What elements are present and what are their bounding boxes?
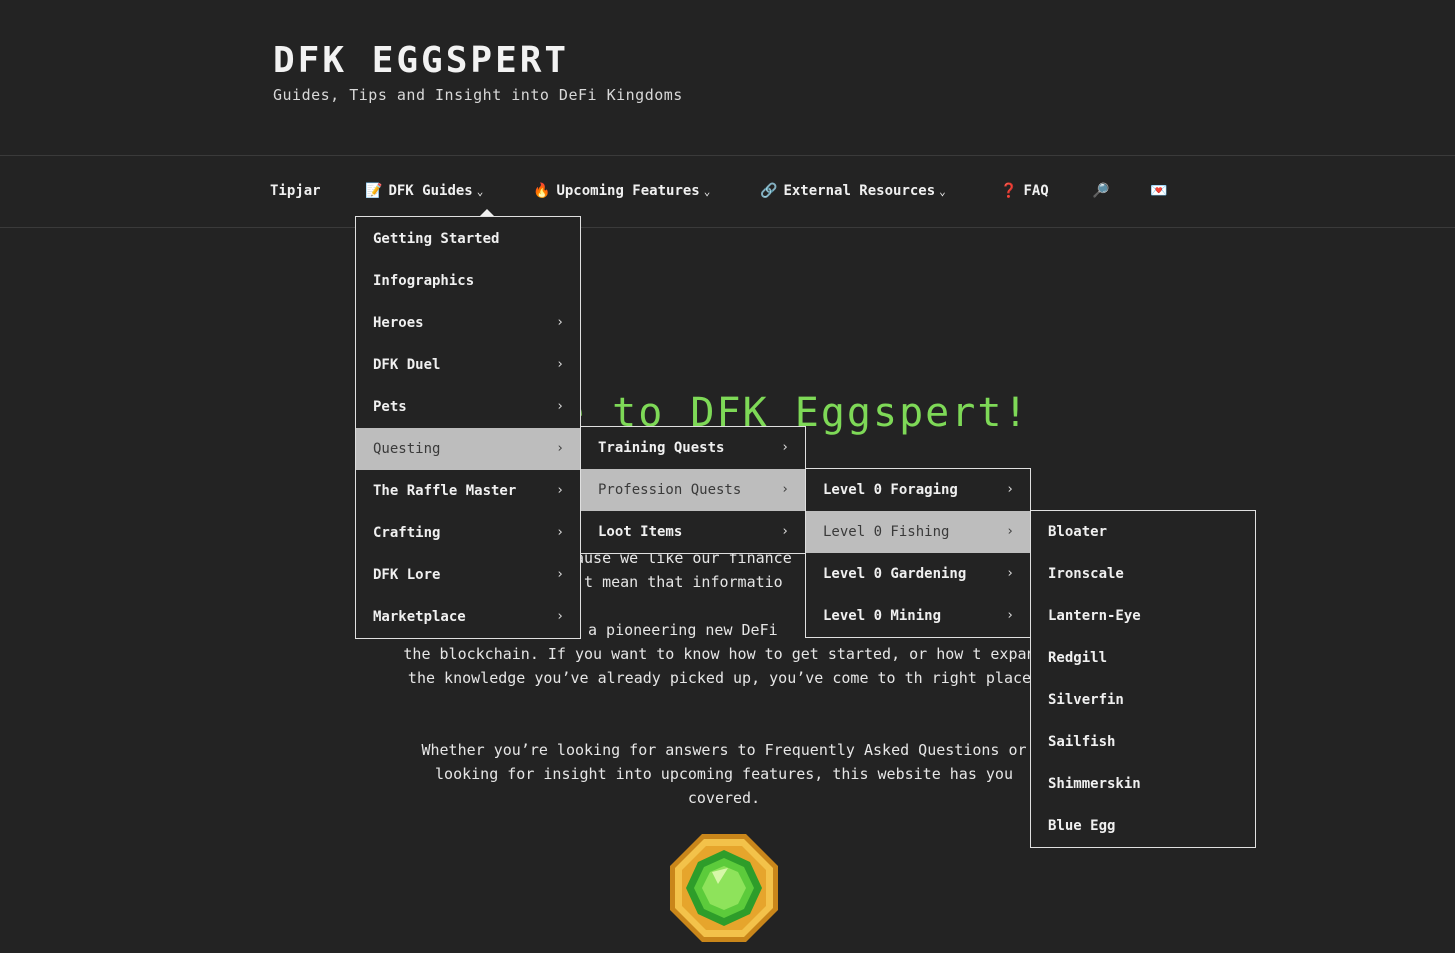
menu-item-label: Infographics xyxy=(373,273,475,289)
menu-item-sailfish[interactable]: Sailfish xyxy=(1031,721,1255,763)
main-navigation: Tipjar 📝 DFK Guides ⌄ 🔥 Upcoming Features ⌄ … xyxy=(0,155,1455,228)
dfk-guides-dropdown: Getting Started Infographics Heroes › DFK… xyxy=(355,216,581,639)
chevron-right-icon: › xyxy=(556,567,564,582)
nav-external-resources[interactable]: 🔗 External Resources ⌄ xyxy=(760,183,946,199)
chevron-right-icon: › xyxy=(556,315,564,330)
menu-item-marketplace[interactable]: Marketplace › xyxy=(356,596,580,638)
menu-item-label: Level 0 Foraging xyxy=(823,482,958,498)
menu-item-level-0-mining[interactable]: Level 0 Mining › xyxy=(806,595,1030,637)
menu-item-training-quests[interactable]: Training Quests › xyxy=(581,427,805,469)
menu-item-pets[interactable]: Pets › xyxy=(356,386,580,428)
chevron-right-icon: › xyxy=(556,399,564,414)
chevron-down-icon: ⌄ xyxy=(939,185,946,198)
chevron-right-icon: › xyxy=(1006,524,1014,539)
chevron-right-icon: › xyxy=(556,357,564,372)
menu-item-silverfin[interactable]: Silverfin xyxy=(1031,679,1255,721)
chevron-right-icon: › xyxy=(781,524,789,539)
menu-item-label: Crafting xyxy=(373,525,441,541)
menu-item-label: Marketplace xyxy=(373,609,466,625)
menu-item-label: Loot Items xyxy=(598,524,683,540)
nav-faq-label: FAQ xyxy=(1023,183,1049,199)
question-mark-icon: ❓ xyxy=(1000,183,1018,199)
menu-item-ironscale[interactable]: Ironscale xyxy=(1031,553,1255,595)
chevron-down-icon: ⌄ xyxy=(703,185,711,198)
chevron-right-icon: › xyxy=(1006,482,1014,497)
menu-item-label: Pets xyxy=(373,399,407,415)
menu-item-label: Lantern-Eye xyxy=(1048,608,1141,624)
menu-item-label: Silverfin xyxy=(1048,692,1124,708)
site-description: Guides, Tips and Insight into DeFi Kingd… xyxy=(273,86,683,104)
chevron-right-icon: › xyxy=(556,441,564,456)
menu-item-level-0-gardening[interactable]: Level 0 Gardening › xyxy=(806,553,1030,595)
menu-item-label: Bloater xyxy=(1048,524,1108,540)
menu-item-infographics[interactable]: Infographics xyxy=(356,260,580,302)
nav-upcoming-features[interactable]: 🔥 Upcoming Features ⌄ xyxy=(533,183,710,199)
chevron-right-icon: › xyxy=(556,609,564,624)
menu-item-dfk-lore[interactable]: DFK Lore › xyxy=(356,554,580,596)
profession-quests-submenu: Level 0 Foraging › Level 0 Fishing › Level… xyxy=(805,468,1031,638)
nav-contact[interactable]: 💌 xyxy=(1150,183,1173,199)
magnifier-icon: 🔎 xyxy=(1092,183,1110,199)
menu-item-crafting[interactable]: Crafting › xyxy=(356,512,580,554)
nav-dfk-guides-label: DFK Guides xyxy=(388,183,473,199)
menu-item-label: Training Quests xyxy=(598,440,725,456)
menu-item-lantern-eye[interactable]: Lantern-Eye xyxy=(1031,595,1255,637)
menu-item-blue-egg[interactable]: Blue Egg xyxy=(1031,805,1255,847)
nav-search[interactable]: 🔎 xyxy=(1092,183,1115,199)
menu-item-label: Questing xyxy=(373,441,441,457)
fishing-submenu: Bloater Ironscale Lantern-Eye Redgill Si… xyxy=(1030,510,1256,848)
nav-external-resources-label: External Resources xyxy=(783,183,936,199)
chevron-right-icon: › xyxy=(1006,608,1014,623)
menu-item-heroes[interactable]: Heroes › xyxy=(356,302,580,344)
chevron-right-icon: › xyxy=(1006,566,1014,581)
chevron-right-icon: › xyxy=(556,483,564,498)
menu-item-bloater[interactable]: Bloater xyxy=(1031,511,1255,553)
menu-item-level-0-fishing[interactable]: Level 0 Fishing › xyxy=(806,511,1030,553)
love-letter-icon: 💌 xyxy=(1150,183,1168,199)
chevron-right-icon: › xyxy=(556,525,564,540)
link-icon: 🔗 xyxy=(760,183,778,199)
menu-item-label: Heroes xyxy=(373,315,424,331)
questing-submenu: Training Quests › Profession Quests › Loot… xyxy=(580,426,806,554)
page: DFK EGGSPERT Guides, Tips and Insight in… xyxy=(0,0,1455,953)
menu-item-level-0-foraging[interactable]: Level 0 Foraging › xyxy=(806,469,1030,511)
dropdown-caret xyxy=(480,209,494,216)
menu-item-the-raffle-master[interactable]: The Raffle Master › xyxy=(356,470,580,512)
menu-item-label: DFK Duel xyxy=(373,357,441,373)
intro-p2-rest: the blockchain. If you want to know how … xyxy=(403,645,1045,687)
menu-item-label: Getting Started xyxy=(373,231,500,247)
menu-item-dfk-duel[interactable]: DFK Duel › xyxy=(356,344,580,386)
intro-line-2: ’t mean that informatio xyxy=(575,573,783,591)
menu-item-label: The Raffle Master xyxy=(373,483,517,499)
menu-item-label: Ironscale xyxy=(1048,566,1124,582)
menu-item-label: Level 0 Gardening xyxy=(823,566,967,582)
nav-tipjar[interactable]: Tipjar xyxy=(270,183,321,199)
menu-item-redgill[interactable]: Redgill xyxy=(1031,637,1255,679)
nav-upcoming-features-label: Upcoming Features xyxy=(556,183,700,199)
green-gem-emblem-icon xyxy=(670,834,778,942)
nav-dfk-guides[interactable]: 📝 DFK Guides ⌄ xyxy=(365,183,483,199)
memo-icon: 📝 xyxy=(365,183,383,199)
menu-item-label: Sailfish xyxy=(1048,734,1116,750)
site-title[interactable]: DFK EGGSPERT xyxy=(273,40,569,81)
nav-faq[interactable]: ❓ FAQ xyxy=(1000,183,1049,199)
menu-item-profession-quests[interactable]: Profession Quests › xyxy=(581,469,805,511)
menu-item-label: DFK Lore xyxy=(373,567,441,583)
chevron-right-icon: › xyxy=(781,440,789,455)
chevron-down-icon: ⌄ xyxy=(476,185,484,198)
menu-item-questing[interactable]: Questing › xyxy=(356,428,580,470)
menu-item-label: Level 0 Fishing xyxy=(823,524,950,540)
intro-paragraph-3: Whether you’re looking for answers to Fr… xyxy=(421,741,1027,807)
menu-item-shimmerskin[interactable]: Shimmerskin xyxy=(1031,763,1255,805)
menu-item-label: Shimmerskin xyxy=(1048,776,1141,792)
menu-item-label: Level 0 Mining xyxy=(823,608,942,624)
chevron-right-icon: › xyxy=(781,482,789,497)
menu-item-loot-items[interactable]: Loot Items › xyxy=(581,511,805,553)
menu-item-label: Blue Egg xyxy=(1048,818,1116,834)
menu-item-label: Redgill xyxy=(1048,650,1108,666)
nav-tipjar-label: Tipjar xyxy=(270,183,321,199)
fire-icon: 🔥 xyxy=(533,183,551,199)
menu-item-label: Profession Quests xyxy=(598,482,742,498)
menu-item-getting-started[interactable]: Getting Started xyxy=(356,218,580,260)
